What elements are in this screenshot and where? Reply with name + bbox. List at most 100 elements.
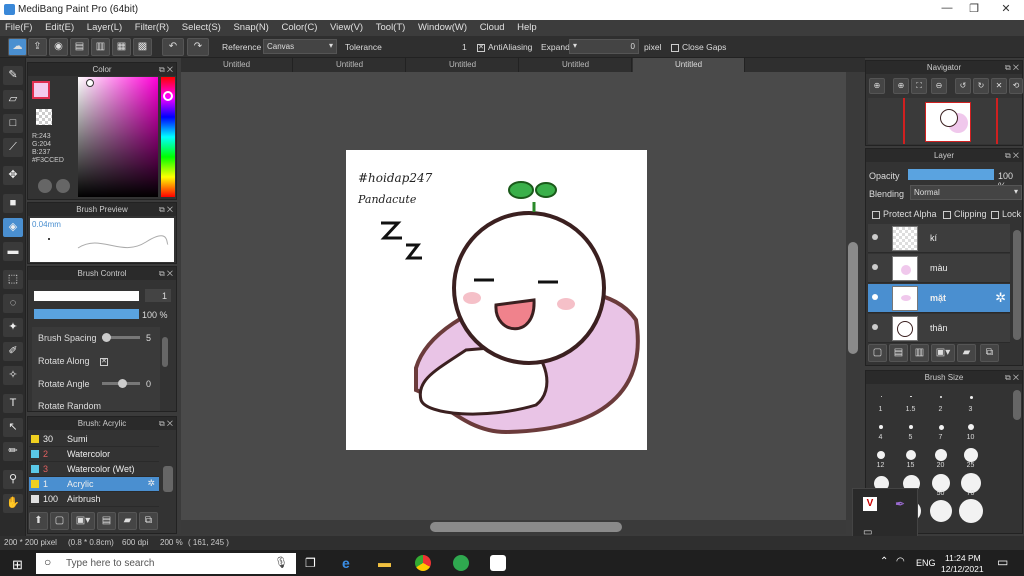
fill-rect-tool-icon[interactable]: ■ (3, 194, 23, 213)
magic-wand-tool-icon[interactable]: ✦ (3, 318, 23, 337)
new-document-icon[interactable]: ▤ (70, 38, 89, 56)
brush-spacing-handle[interactable] (102, 333, 111, 342)
new-brush-icon[interactable]: ▢ (50, 512, 69, 530)
app-icon-green[interactable] (453, 555, 469, 571)
protect-alpha-checkbox[interactable]: Protect Alpha (872, 209, 937, 219)
move-tool-icon[interactable]: ✥ (3, 166, 23, 185)
rotate-angle-handle[interactable] (118, 379, 127, 388)
menu-layer[interactable]: Layer(L) (82, 20, 127, 33)
divide-tool-icon[interactable]: ✏ (3, 442, 23, 461)
brush-tool-icon[interactable]: ✎ (3, 66, 23, 85)
brush-size-option[interactable] (926, 500, 955, 526)
lasso-tool-icon[interactable]: ◌ (3, 294, 23, 313)
reference-select[interactable]: Canvas ▾ (263, 39, 337, 54)
task-view-icon[interactable]: ❐ (305, 556, 316, 570)
menu-select[interactable]: Select(S) (177, 20, 226, 33)
medibang-taskbar-icon[interactable] (490, 555, 506, 571)
edge-icon[interactable]: e (342, 555, 350, 571)
tray-up-icon[interactable]: ⌃ (880, 556, 888, 567)
tab-untitled[interactable]: Untitled (294, 58, 406, 72)
layer-folder-icon[interactable]: ▰ (957, 344, 976, 362)
brush-menu-icon[interactable]: ▣▾ (71, 512, 95, 530)
taskbar-search-box[interactable]: ○ Type here to search 🎙 (36, 553, 296, 574)
brush-item-selected[interactable]: 1 Acrylic ✲ (29, 477, 159, 492)
cloud-icon[interactable]: ☁ (8, 38, 27, 56)
tab-untitled[interactable]: Untitled (181, 58, 293, 72)
tab-untitled[interactable]: Untitled (520, 58, 632, 72)
file-explorer-icon[interactable]: ▬ (378, 555, 391, 570)
vertical-scrollbar-thumb[interactable] (848, 242, 858, 354)
horizontal-scrollbar[interactable] (181, 520, 846, 534)
clipping-checkbox[interactable]: Clipping (943, 209, 987, 219)
color-saturation-square[interactable] (78, 77, 158, 197)
select-eraser-tool-icon[interactable]: ✧ (3, 366, 23, 385)
zoom-out-icon[interactable]: ⊖ (931, 78, 947, 94)
pen-icon[interactable]: ✒ (895, 497, 909, 511)
palette-icon[interactable] (38, 179, 52, 193)
menu-edit[interactable]: Edit(E) (40, 20, 79, 33)
layer-row[interactable]: kí (868, 224, 1010, 253)
brush-size-option[interactable]: 4 (866, 416, 895, 442)
shape-tool-icon[interactable]: □ (3, 114, 23, 133)
dot-tool-icon[interactable]: ⟋ (3, 138, 23, 157)
panel-icon[interactable]: ▦ (112, 38, 131, 56)
brush-size-option[interactable]: 2 (926, 388, 955, 414)
eraser-tool-icon[interactable]: ▱ (3, 90, 23, 109)
brush-size-option[interactable]: 12 (866, 444, 895, 470)
brush-size-option[interactable]: 10 (956, 416, 985, 442)
network-icon[interactable]: ◠ (896, 556, 905, 567)
menu-help[interactable]: Help (512, 20, 542, 33)
operation-tool-icon[interactable]: ↖ (3, 418, 23, 437)
brush-size-option[interactable]: 70 (956, 472, 985, 498)
menu-tool[interactable]: Tool(T) (371, 20, 411, 33)
menu-color[interactable]: Color(C) (276, 20, 322, 33)
hand-tool-icon[interactable]: ✋ (3, 494, 23, 513)
gear-icon[interactable]: ✲ (995, 290, 1006, 306)
zoom-in-icon[interactable]: ⊕ (869, 78, 885, 94)
brush-size-option[interactable]: 1.5 (896, 388, 925, 414)
gradient-tool-icon[interactable]: ▬ (3, 242, 23, 261)
brush-item[interactable]: 100 Airbrush (29, 492, 159, 507)
restore-button[interactable]: ❐ (962, 2, 986, 18)
brush-size-option[interactable]: 50 (926, 472, 955, 498)
navigator-preview[interactable] (868, 98, 1022, 144)
blending-select[interactable]: Normal ▾ (910, 185, 1022, 200)
eye-icon[interactable] (872, 264, 878, 270)
brush-list-scrollbar[interactable] (163, 466, 173, 492)
antialiasing-checkbox[interactable]: ✕ AntiAliasing (477, 42, 532, 52)
language-indicator[interactable]: ENG (916, 558, 936, 568)
menu-file[interactable]: File(F) (0, 20, 37, 33)
windows-start-icon[interactable]: ⊞ (12, 557, 23, 573)
copy-brush-icon[interactable]: ⧉ (139, 512, 158, 530)
zoom-in-2-icon[interactable]: ⊕ (893, 78, 909, 94)
brush-item[interactable]: 2 Watercolor (29, 447, 159, 462)
microphone-icon[interactable]: 🎙 (274, 556, 288, 569)
minimize-button[interactable]: — (935, 2, 959, 18)
brush-size-option[interactable]: 1 (866, 388, 895, 414)
brush-item[interactable]: 3 Watercolor (Wet) (29, 462, 159, 477)
save-icon[interactable]: ▥ (91, 38, 110, 56)
brush-control-scrollbar[interactable] (162, 337, 168, 367)
menu-view[interactable]: View(V) (325, 20, 368, 33)
folder-icon[interactable]: ▰ (118, 512, 137, 530)
comment-icon[interactable]: ◉ (49, 38, 68, 56)
duplicate-layer-icon[interactable]: ⧉ (980, 344, 999, 362)
flip-icon[interactable]: ✕ (991, 78, 1007, 94)
close-button[interactable]: ✕ (994, 2, 1018, 18)
gear-icon[interactable]: ✲ (147, 478, 155, 489)
brush-size-option[interactable]: 20 (926, 444, 955, 470)
eye-icon[interactable] (872, 294, 878, 300)
tab-untitled-active[interactable]: Untitled (633, 58, 745, 72)
drawing-canvas[interactable]: #hoidap247 Pandacute (346, 150, 647, 450)
horizontal-scrollbar-thumb[interactable] (430, 522, 622, 532)
reset-icon[interactable]: ⟲ (1009, 78, 1023, 94)
brush-opacity-bar[interactable] (34, 309, 139, 319)
eye-icon[interactable] (872, 234, 878, 240)
color-wheel-icon[interactable] (56, 179, 70, 193)
close-gaps-checkbox[interactable]: Close Gaps (671, 42, 726, 52)
vertical-scrollbar[interactable] (846, 72, 860, 520)
text-tool-icon[interactable]: T (3, 394, 23, 413)
undo-icon[interactable]: ↶ (162, 38, 184, 56)
expand-input[interactable]: ▾ 0 (569, 39, 639, 54)
new-halftone-layer-icon[interactable]: ▥ (910, 344, 929, 362)
